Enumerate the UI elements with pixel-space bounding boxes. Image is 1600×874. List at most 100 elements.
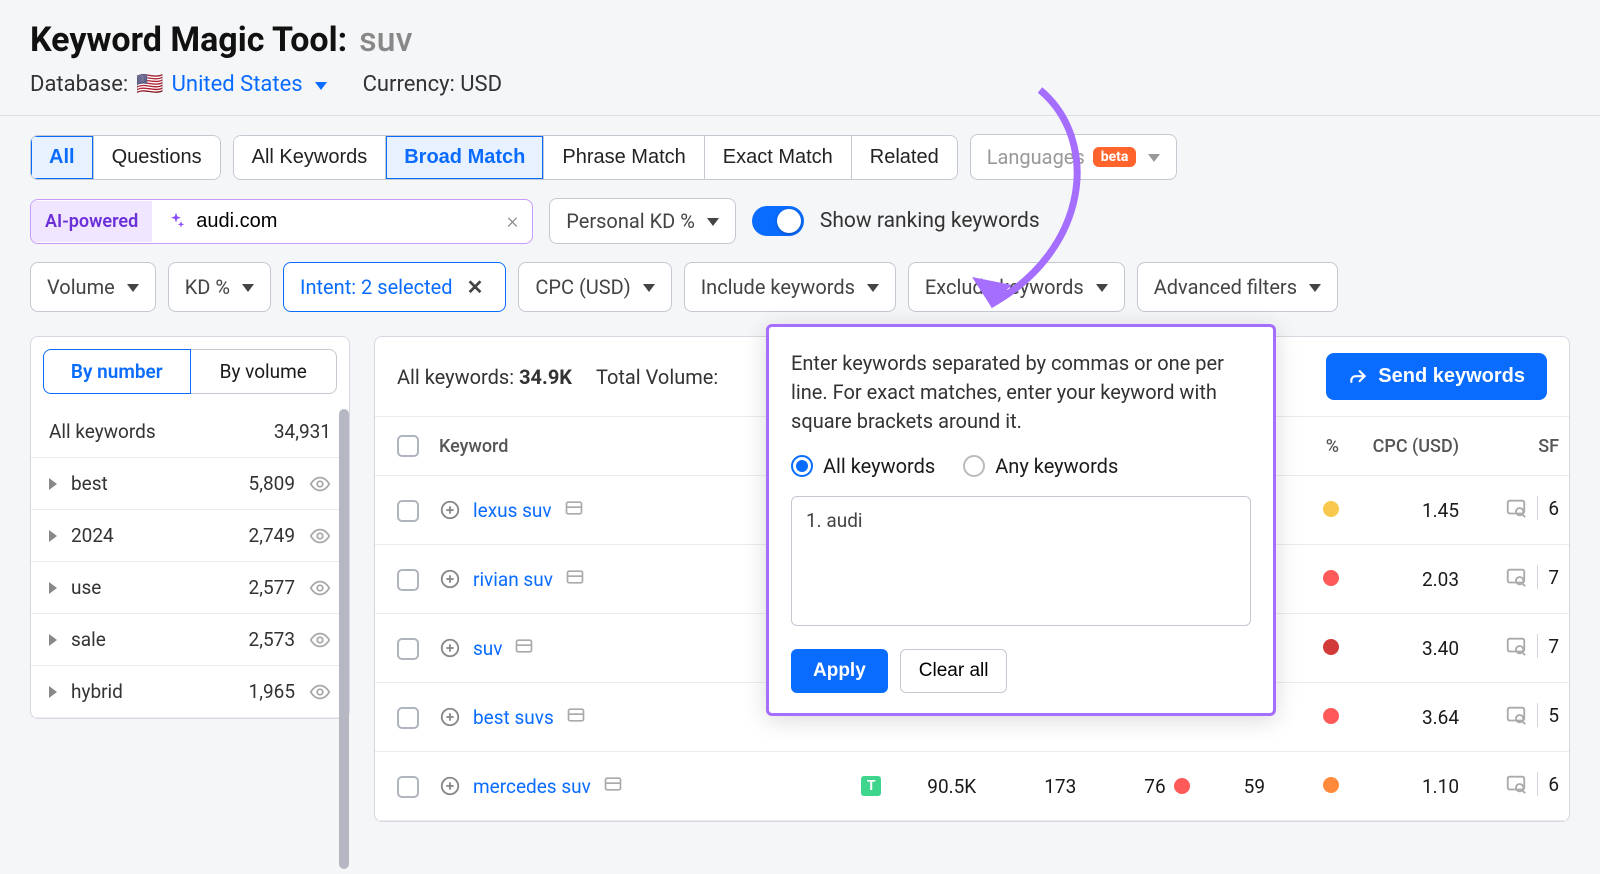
- tab-related[interactable]: Related: [851, 136, 957, 179]
- radio-any-keywords[interactable]: Any keywords: [963, 454, 1118, 478]
- sidebar-item-count: 2,577: [249, 576, 295, 599]
- sidebar-item[interactable]: best 5,809: [31, 458, 349, 510]
- serp-icon[interactable]: [1505, 635, 1527, 657]
- sparkle-icon: [166, 211, 186, 231]
- table-row: mercedes suvT90.5K1737659 1.10 6: [375, 752, 1569, 821]
- difficulty-dot-icon: [1323, 777, 1339, 793]
- sidebar-item[interactable]: use 2,577: [31, 562, 349, 614]
- row-checkbox[interactable]: [397, 638, 419, 660]
- add-icon[interactable]: [439, 637, 461, 659]
- popover-instructions: Enter keywords separated by commas or on…: [791, 349, 1251, 436]
- sidebar-all-keywords-row[interactable]: All keywords 34,931: [31, 406, 349, 458]
- tab-all[interactable]: All: [31, 136, 93, 179]
- sidebar-item[interactable]: 2024 2,749: [31, 510, 349, 562]
- database-selector[interactable]: Database: 🇺🇸 United States: [30, 72, 327, 97]
- chevron-right-icon: [49, 582, 57, 594]
- ai-domain-input[interactable]: [196, 200, 496, 243]
- col-sf[interactable]: SF: [1469, 417, 1569, 476]
- cpc-value: 1.45: [1349, 476, 1469, 545]
- chevron-down-icon: [127, 284, 139, 292]
- row-checkbox[interactable]: [397, 500, 419, 522]
- eye-icon[interactable]: [309, 681, 331, 703]
- toolbar: All Questions All Keywords Broad Match P…: [0, 116, 1600, 312]
- filter-kd[interactable]: KD %: [168, 262, 271, 312]
- cpc-value: 3.40: [1349, 614, 1469, 683]
- sidebar-item-label: 2024: [71, 524, 235, 547]
- page-title-keyword: suv: [359, 20, 412, 60]
- col-pkd[interactable]: %: [1289, 417, 1349, 476]
- personal-kd-dropdown[interactable]: Personal KD %: [549, 198, 736, 244]
- select-all-checkbox[interactable]: [397, 435, 419, 457]
- sidebar-item[interactable]: sale 2,573: [31, 614, 349, 666]
- serp-icon[interactable]: [1505, 497, 1527, 519]
- ranking-keywords-toggle[interactable]: [752, 206, 804, 236]
- intent-badge: T: [861, 776, 881, 796]
- tab-questions[interactable]: Questions: [93, 136, 220, 179]
- eye-icon[interactable]: [309, 629, 331, 651]
- sidebar-item-label: use: [71, 576, 235, 599]
- serp-icon[interactable]: [1505, 773, 1527, 795]
- clear-all-button[interactable]: Clear all: [900, 649, 1008, 693]
- difficulty-dot-icon: [1323, 708, 1339, 724]
- languages-dropdown[interactable]: Languages beta: [970, 134, 1178, 180]
- currency-label: Currency: USD: [363, 72, 502, 97]
- kd-value: [1323, 639, 1339, 655]
- flag-icon: 🇺🇸: [136, 72, 163, 97]
- keywords-textarea[interactable]: [791, 496, 1251, 626]
- tab-exact-match[interactable]: Exact Match: [704, 136, 851, 179]
- filter-include-keywords[interactable]: Include keywords: [684, 262, 896, 312]
- keyword-link[interactable]: rivian suv: [473, 568, 553, 591]
- card-icon: [514, 636, 534, 656]
- difficulty-dot-icon: [1323, 570, 1339, 586]
- filter-cpc[interactable]: CPC (USD): [518, 262, 671, 312]
- filter-volume[interactable]: Volume: [30, 262, 156, 312]
- add-icon[interactable]: [439, 499, 461, 521]
- sidebar-tab-by-number[interactable]: By number: [43, 349, 191, 394]
- clear-input-icon[interactable]: ×: [507, 209, 519, 234]
- eye-icon[interactable]: [309, 577, 331, 599]
- apply-button[interactable]: Apply: [791, 649, 888, 693]
- eye-icon[interactable]: [309, 525, 331, 547]
- eye-icon[interactable]: [309, 473, 331, 495]
- add-icon[interactable]: [439, 775, 461, 797]
- ai-domain-input-group: AI-powered ×: [30, 199, 533, 244]
- sidebar-tab-by-volume[interactable]: By volume: [191, 349, 338, 394]
- tab-all-keywords[interactable]: All Keywords: [234, 136, 386, 179]
- tab-phrase-match[interactable]: Phrase Match: [543, 136, 703, 179]
- col-cpc[interactable]: CPC (USD): [1349, 417, 1469, 476]
- add-icon[interactable]: [439, 706, 461, 728]
- filter-exclude-keywords[interactable]: Exclude keywords: [908, 262, 1125, 312]
- radio-icon: [791, 455, 813, 477]
- row-checkbox[interactable]: [397, 569, 419, 591]
- row-checkbox[interactable]: [397, 776, 419, 798]
- filter-intent[interactable]: Intent: 2 selected✕: [283, 262, 506, 312]
- tab-broad-match[interactable]: Broad Match: [385, 136, 543, 179]
- beta-badge: beta: [1093, 147, 1137, 167]
- radio-all-keywords[interactable]: All keywords: [791, 454, 935, 478]
- sidebar-scrollbar[interactable]: [339, 409, 349, 869]
- chevron-down-icon: [1096, 284, 1108, 292]
- row-checkbox[interactable]: [397, 707, 419, 729]
- keyword-link[interactable]: suv: [473, 637, 502, 660]
- chevron-down-icon: [867, 284, 879, 292]
- sf-value: 6: [1548, 773, 1559, 796]
- sidebar-item[interactable]: hybrid 1,965: [31, 666, 349, 718]
- add-icon[interactable]: [439, 568, 461, 590]
- send-keywords-button[interactable]: Send keywords: [1326, 353, 1547, 400]
- keyword-link[interactable]: mercedes suv: [473, 775, 591, 798]
- close-icon[interactable]: ✕: [461, 273, 490, 301]
- sidebar-item-label: hybrid: [71, 680, 235, 703]
- serp-icon[interactable]: [1505, 704, 1527, 726]
- sidebar-item-count: 5,809: [249, 472, 295, 495]
- keyword-link[interactable]: best suvs: [473, 706, 554, 729]
- page-header: Keyword Magic Tool: suv Database: 🇺🇸 Uni…: [0, 0, 1600, 116]
- chevron-right-icon: [49, 634, 57, 646]
- chevron-down-icon: [643, 284, 655, 292]
- chevron-right-icon: [49, 530, 57, 542]
- chevron-down-icon: [242, 284, 254, 292]
- keyword-link[interactable]: lexus suv: [473, 499, 552, 522]
- kd-value: [1323, 501, 1339, 517]
- serp-icon[interactable]: [1505, 566, 1527, 588]
- keyword-groups-sidebar: By number By volume All keywords 34,931 …: [30, 336, 350, 719]
- filter-advanced[interactable]: Advanced filters: [1137, 262, 1338, 312]
